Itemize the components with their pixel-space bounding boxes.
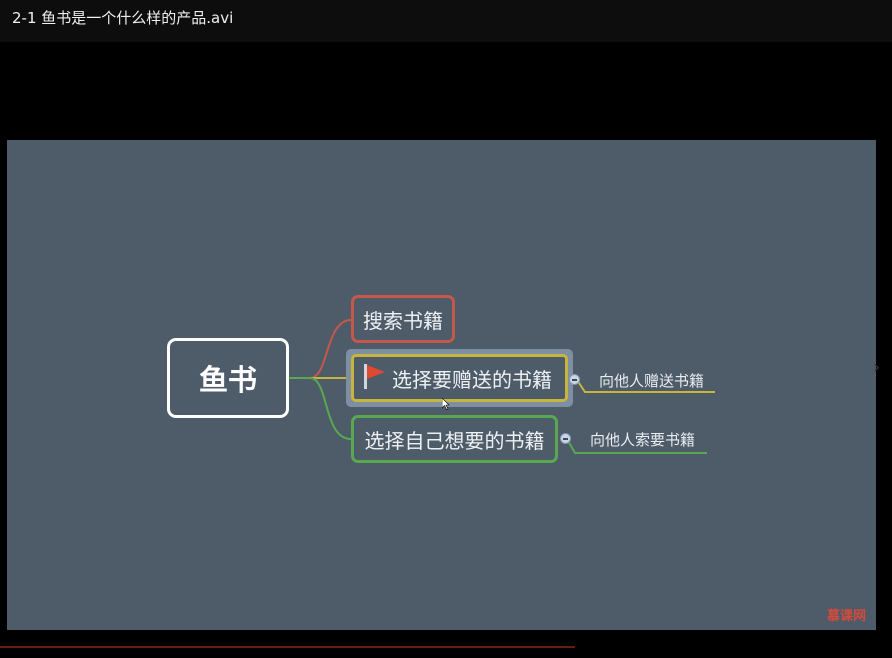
branch-node-gift[interactable]: 选择要赠送的书籍 — [351, 354, 568, 402]
branch-label-gift: 选择要赠送的书籍 — [392, 367, 552, 392]
collapse-toggle-gift[interactable] — [569, 374, 580, 385]
connector-green — [289, 377, 352, 440]
title-bar: 2-1 鱼书是一个什么样的产品.avi — [0, 0, 892, 42]
red-flag-icon — [362, 362, 386, 395]
mouse-cursor-icon — [441, 395, 450, 414]
watermark-logo: 慕课网 — [826, 609, 866, 624]
root-node[interactable]: 鱼书 — [167, 338, 289, 418]
subtopic-request[interactable]: 向他人索要书籍 — [590, 429, 695, 450]
collapse-toggle-want[interactable] — [560, 433, 571, 444]
window-title: 2-1 鱼书是一个什么样的产品.avi — [12, 9, 234, 27]
subtopic-gift[interactable]: 向他人赠送书籍 — [599, 370, 704, 391]
connector-red — [289, 319, 352, 379]
playback-progress-bar[interactable] — [0, 646, 575, 648]
chevron-right-icon[interactable]: › — [873, 357, 880, 378]
branch-node-search[interactable]: 搜索书籍 — [351, 295, 455, 343]
branch-node-want[interactable]: 选择自己想要的书籍 — [351, 415, 558, 463]
mindmap-slide: 鱼书 搜索书籍 选择要赠送的书籍 选择自己想要的书籍 向他人赠送书籍 向他人索要… — [7, 140, 876, 630]
